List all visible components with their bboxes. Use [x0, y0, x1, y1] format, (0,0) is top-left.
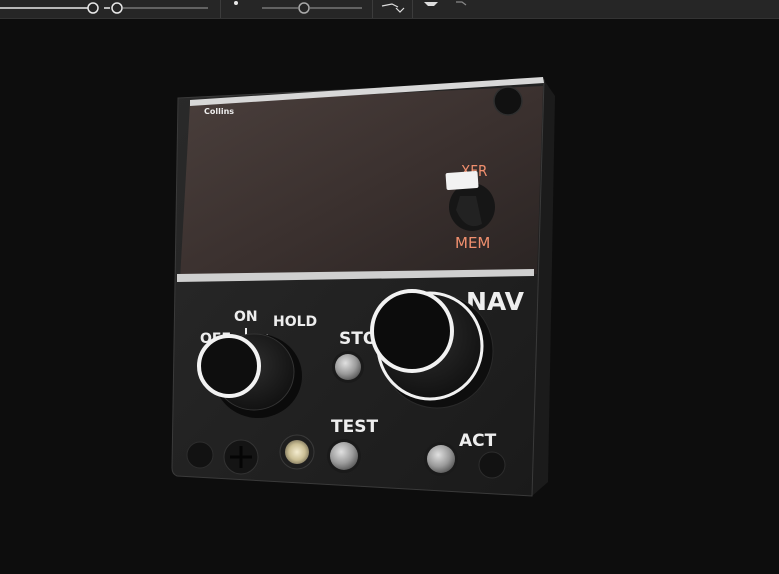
- xfr-mem-toggle-switch[interactable]: [445, 171, 479, 190]
- mem-label: MEM: [455, 234, 490, 252]
- act-button[interactable]: [427, 445, 455, 473]
- test-button[interactable]: [330, 442, 358, 470]
- screw-top-right: [493, 86, 523, 116]
- inner-knob[interactable]: [370, 289, 454, 373]
- slider-handle[interactable]: [298, 2, 310, 14]
- screw-bottom-right: [478, 451, 506, 479]
- range-slider-2[interactable]: [104, 2, 208, 14]
- toolbar-controls: [0, 0, 467, 18]
- adjust-screw[interactable]: [223, 439, 259, 475]
- viewport[interactable]: Collins XFR MEM NAV OFF ON HOLD STO TEST…: [0, 18, 779, 570]
- chevron-down-icon[interactable]: [395, 7, 405, 13]
- screw-bottom-left: [186, 441, 214, 469]
- test-label: TEST: [331, 417, 378, 437]
- brand-logo: Collins: [204, 107, 234, 116]
- annunciator-lamp: [279, 434, 315, 470]
- range-slider-1[interactable]: [0, 2, 99, 14]
- act-label: ACT: [459, 431, 497, 451]
- sto-button[interactable]: [335, 354, 361, 380]
- visibility-toggle-icon[interactable]: [456, 1, 467, 6]
- slider-handle[interactable]: [87, 2, 99, 14]
- range-slider-3[interactable]: [262, 2, 362, 14]
- nav-control-panel-render: Collins XFR MEM NAV OFF ON HOLD STO TEST…: [171, 77, 555, 497]
- knob-cap: [197, 334, 261, 398]
- shading-mode-icon[interactable]: [424, 2, 438, 6]
- hold-label: HOLD: [273, 314, 317, 330]
- camera-orbit-icon[interactable]: [381, 3, 399, 8]
- on-label: ON: [234, 309, 258, 325]
- slider-handle[interactable]: [111, 2, 123, 14]
- dot-icon: [234, 1, 238, 5]
- viewer-toolbar: [0, 0, 779, 19]
